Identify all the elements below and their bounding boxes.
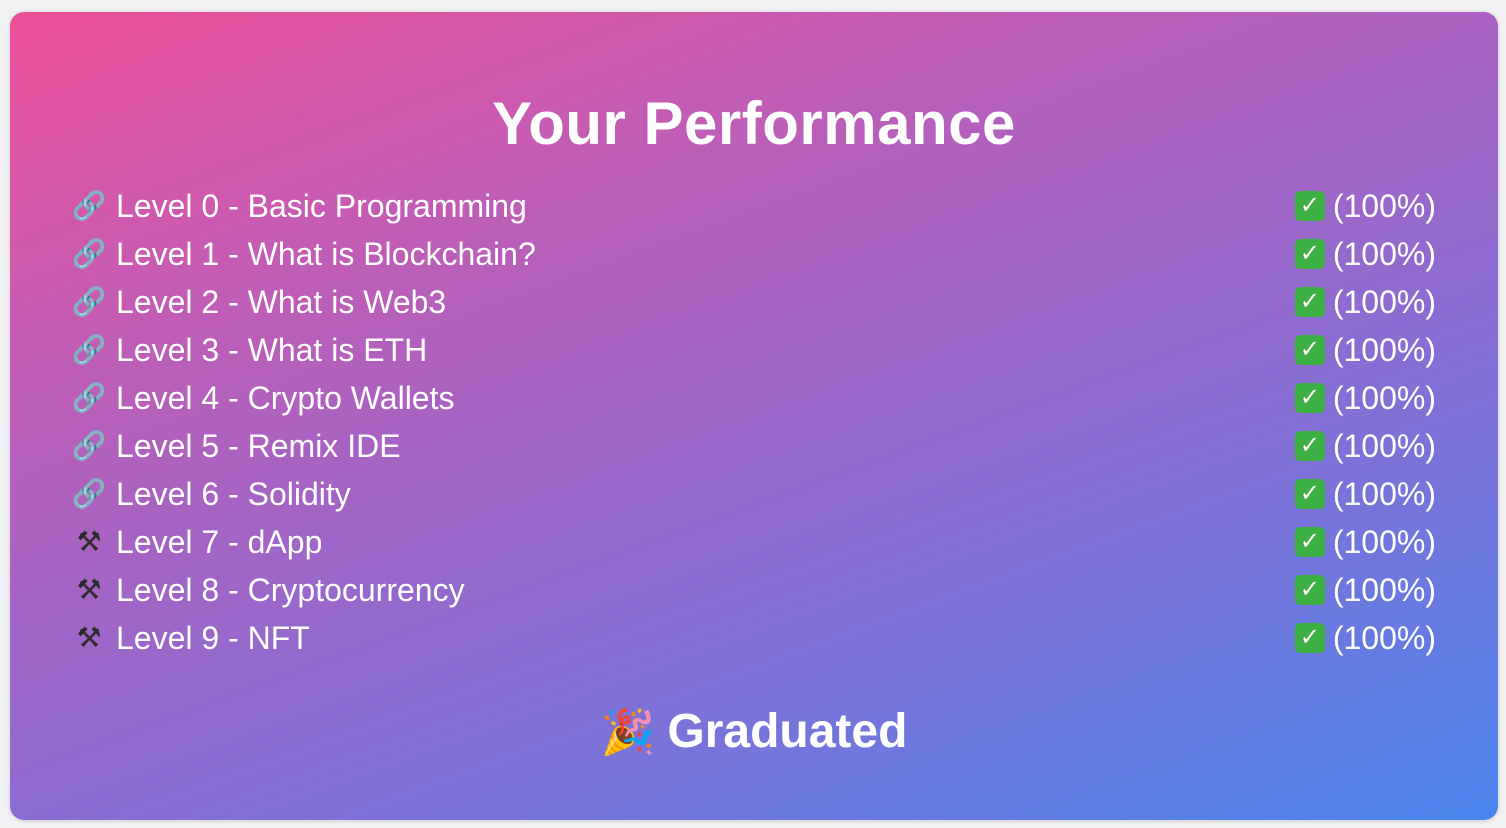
level-row: 🔗 Level 5 - Remix IDE ✓ (100%) <box>72 422 1436 470</box>
link-icon: 🔗 <box>71 334 107 365</box>
check-mark-icon: ✓ <box>1294 287 1325 317</box>
level-label: Level 4 - Crypto Wallets <box>116 380 455 416</box>
check-mark-icon: ✓ <box>1294 431 1325 461</box>
level-row: 🔗 Level 6 - Solidity ✓ (100%) <box>72 470 1436 518</box>
check-mark-icon: ✓ <box>1294 191 1325 221</box>
check-mark-icon: ✓ <box>1294 239 1325 269</box>
level-label: Level 2 - What is Web3 <box>116 284 447 320</box>
level-row: 🔗 Level 1 - What is Blockchain? ✓ (100%) <box>72 230 1436 278</box>
level-score: (100%) <box>1332 620 1436 656</box>
level-score: (100%) <box>1332 524 1436 560</box>
level-score: (100%) <box>1332 332 1436 368</box>
level-label: Level 1 - What is Blockchain? <box>116 236 536 272</box>
level-label: Level 3 - What is ETH <box>116 332 428 368</box>
link-icon: 🔗 <box>71 430 107 461</box>
level-score: (100%) <box>1332 236 1436 272</box>
check-mark-icon: ✓ <box>1294 623 1325 653</box>
level-label: Level 8 - Cryptocurrency <box>116 572 465 608</box>
check-mark-icon: ✓ <box>1294 383 1325 413</box>
level-row: ⚒ Level 8 - Cryptocurrency ✓ (100%) <box>72 566 1436 614</box>
graduation-label: Graduated <box>667 705 908 758</box>
page-title: Your Performance <box>492 90 1016 157</box>
level-row: 🔗 Level 4 - Crypto Wallets ✓ (100%) <box>72 374 1436 422</box>
level-score: (100%) <box>1332 188 1436 224</box>
link-icon: 🔗 <box>71 382 107 413</box>
link-icon: 🔗 <box>71 478 107 509</box>
hammer-pick-icon: ⚒ <box>76 574 102 605</box>
link-icon: 🔗 <box>71 190 107 221</box>
check-mark-icon: ✓ <box>1294 335 1325 365</box>
check-mark-icon: ✓ <box>1294 479 1325 509</box>
level-score: (100%) <box>1332 380 1436 416</box>
level-label: Level 5 - Remix IDE <box>116 428 401 464</box>
level-row: ⚒ Level 7 - dApp ✓ (100%) <box>72 518 1436 566</box>
hammer-pick-icon: ⚒ <box>76 526 102 557</box>
level-row: 🔗 Level 0 - Basic Programming ✓ (100%) <box>72 182 1436 230</box>
level-label: Level 9 - NFT <box>116 620 310 656</box>
level-score: (100%) <box>1332 476 1436 512</box>
level-label: Level 6 - Solidity <box>116 476 351 512</box>
graduation-status: 🎉 Graduated <box>10 702 1498 763</box>
party-popper-icon: 🎉 <box>600 708 656 757</box>
level-label: Level 0 - Basic Programming <box>116 188 527 224</box>
level-row: 🔗 Level 3 - What is ETH ✓ (100%) <box>72 326 1436 374</box>
link-icon: 🔗 <box>71 286 107 317</box>
level-row: 🔗 Level 2 - What is Web3 ✓ (100%) <box>72 278 1436 326</box>
hammer-pick-icon: ⚒ <box>76 622 102 653</box>
check-mark-icon: ✓ <box>1294 527 1325 557</box>
level-list: 🔗 Level 0 - Basic Programming ✓ (100%) 🔗… <box>72 182 1436 662</box>
level-score: (100%) <box>1332 284 1436 320</box>
level-score: (100%) <box>1332 572 1436 608</box>
level-score: (100%) <box>1332 428 1436 464</box>
level-row: ⚒ Level 9 - NFT ✓ (100%) <box>72 614 1436 662</box>
level-label: Level 7 - dApp <box>116 524 323 560</box>
performance-card: Your Performance 🔗 Level 0 - Basic Progr… <box>10 12 1498 820</box>
link-icon: 🔗 <box>71 238 107 269</box>
check-mark-icon: ✓ <box>1294 575 1325 605</box>
